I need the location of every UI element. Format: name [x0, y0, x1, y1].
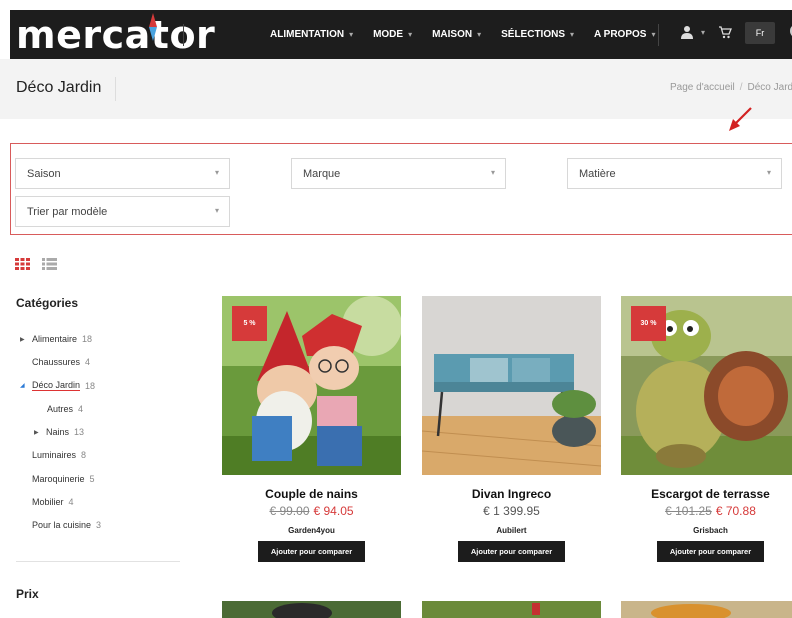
sort-select[interactable]: Trier par modèle ▾: [15, 196, 230, 227]
breadcrumb-separator: /: [739, 82, 743, 93]
material-select[interactable]: Matière ▾: [567, 158, 782, 189]
grid-view-icon[interactable]: [15, 258, 30, 270]
expand-caret-icon[interactable]: ▶: [34, 429, 39, 436]
nav-item-mode[interactable]: MODE ▾: [373, 29, 412, 40]
category-item-luminaires[interactable]: Luminaires 8: [32, 450, 86, 460]
chevron-down-icon: ▾: [477, 30, 482, 39]
nav-item-a-propos[interactable]: A PROPOS ▾: [594, 29, 655, 40]
chevron-down-icon[interactable]: ▾: [701, 28, 705, 37]
annotation-arrow-icon: [729, 107, 752, 131]
chevron-down-icon: ▾: [408, 30, 413, 39]
chevron-down-icon: ▾: [651, 30, 656, 39]
header-divider: [183, 24, 184, 46]
product-name[interactable]: Divan Ingreco: [422, 487, 601, 501]
top-navbar: mercator ALIMENTATION ▾ MODE ▾ MAISON ▾ SÉL…: [10, 10, 792, 59]
old-price: € 101.25: [665, 504, 712, 518]
old-price: € 99.00: [269, 504, 310, 518]
product-brand[interactable]: Garden4you: [222, 526, 401, 535]
category-item-chaussures[interactable]: Chaussures 4: [32, 357, 90, 367]
product-price: € 99.00 € 94.05: [222, 504, 401, 518]
logo[interactable]: mercator: [16, 13, 215, 57]
next-product-image: [621, 601, 792, 618]
sale-price: € 94.05: [313, 504, 354, 518]
chevron-down-icon: ▾: [214, 206, 219, 215]
nav-item-maison[interactable]: MAISON ▾: [432, 29, 481, 40]
breadcrumb-current: Déco Jardin: [747, 82, 792, 93]
page-title-band: Déco Jardin Page d'accueil / Déco Jardin: [0, 59, 792, 119]
product-image-next-row[interactable]: [621, 601, 792, 618]
discount-badge: 30 %: [631, 306, 666, 341]
product-name[interactable]: Couple de nains: [222, 487, 401, 501]
logo-compass-icon: [149, 13, 157, 41]
category-item-nains[interactable]: ▶ Nains 13: [34, 427, 84, 437]
nav-item-alimentation[interactable]: ALIMENTATION ▾: [270, 29, 353, 40]
next-product-image: [222, 601, 401, 618]
breadcrumb: Page d'accueil / Déco Jardin: [670, 82, 792, 93]
chevron-down-icon: ▾: [214, 168, 219, 177]
category-item-autres[interactable]: Autres 4: [47, 404, 83, 414]
collapse-caret-icon[interactable]: ◢: [20, 382, 25, 389]
nav-item-selections[interactable]: SÉLECTIONS ▾: [501, 29, 574, 40]
product-image-next-row[interactable]: [422, 601, 601, 618]
product-image-next-row[interactable]: [222, 601, 401, 618]
add-to-compare-button[interactable]: Ajouter pour comparer: [657, 541, 764, 562]
product-brand[interactable]: Aubilert: [422, 526, 601, 535]
discount-badge: 5 %: [232, 306, 267, 341]
add-to-compare-button[interactable]: Ajouter pour comparer: [258, 541, 365, 562]
add-to-compare-button[interactable]: Ajouter pour comparer: [458, 541, 565, 562]
chevron-down-icon: ▾: [570, 30, 575, 39]
main-nav: ALIMENTATION ▾ MODE ▾ MAISON ▾ SÉLECTIONS ▾ …: [270, 10, 675, 59]
header-divider: [658, 24, 659, 46]
product-image-escargot-de-terrasse[interactable]: 30 %: [621, 296, 792, 475]
list-view-icon[interactable]: [42, 258, 57, 270]
chevron-down-icon: ▾: [490, 168, 495, 177]
regular-price: € 1 399.95: [483, 504, 540, 518]
product-name[interactable]: Escargot de terrasse: [621, 487, 792, 501]
divan-image: [422, 296, 601, 475]
categories-title: Catégories: [16, 296, 79, 310]
category-item-deco-jardin[interactable]: ◢ Déco Jardin 18: [20, 380, 95, 391]
expand-caret-icon[interactable]: ▶: [20, 336, 25, 343]
chevron-down-icon: ▾: [349, 30, 354, 39]
next-product-image: [422, 601, 601, 618]
sale-price: € 70.88: [715, 504, 756, 518]
product-price: € 1 399.95: [422, 504, 601, 518]
price-filter-title: Prix: [16, 587, 39, 601]
breadcrumb-home-link[interactable]: Page d'accueil: [670, 82, 735, 93]
title-divider: [115, 77, 116, 101]
product-image-couple-de-nains[interactable]: 5 %: [222, 296, 401, 475]
product-image-divan-ingreco[interactable]: [422, 296, 601, 475]
product-price: € 101.25 € 70.88: [621, 504, 792, 518]
category-item-mobilier[interactable]: Mobilier 4: [32, 497, 74, 507]
cart-icon[interactable]: [718, 25, 732, 39]
season-select[interactable]: Saison ▾: [15, 158, 230, 189]
category-item-pour-la-cuisine[interactable]: Pour la cuisine 3: [32, 520, 101, 530]
category-item-maroquinerie[interactable]: Maroquinerie 5: [32, 474, 95, 484]
brand-select[interactable]: Marque ▾: [291, 158, 506, 189]
language-button[interactable]: Fr: [745, 22, 775, 44]
sidebar-divider: [16, 561, 180, 562]
product-brand[interactable]: Grisbach: [621, 526, 792, 535]
page-title: Déco Jardin: [16, 79, 102, 96]
category-item-alimentaire[interactable]: ▶ Alimentaire 18: [20, 334, 92, 344]
user-icon[interactable]: [680, 25, 694, 39]
chevron-down-icon: ▾: [766, 168, 771, 177]
